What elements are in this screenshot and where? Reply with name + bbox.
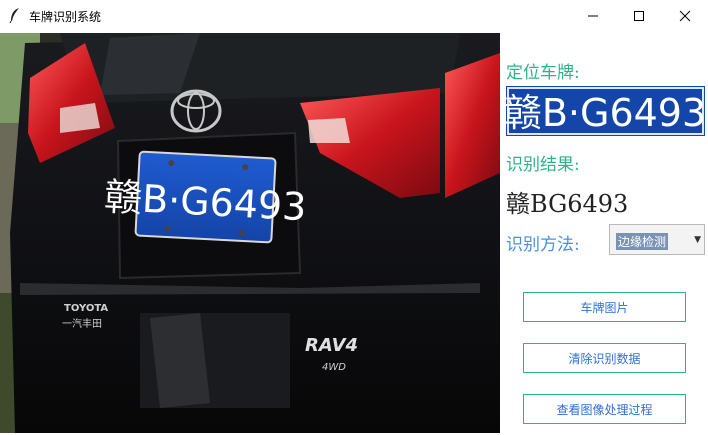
recognition-result: 赣BG6493	[506, 190, 629, 218]
maximize-button[interactable]	[616, 0, 662, 31]
located-plate-image: 赣B·G6493	[506, 86, 705, 136]
method-select[interactable]: 边缘检测 ▼	[609, 224, 705, 255]
view-process-button[interactable]: 查看图像处理过程	[523, 394, 686, 424]
plate-crop-text: 赣B·G6493	[506, 91, 705, 135]
car-photo: 赣B·G6493 TOYOTA 一汽丰田 RAV4 4WD	[0, 33, 500, 433]
window-title: 车牌识别系统	[29, 10, 102, 24]
maximize-icon	[634, 10, 644, 21]
result-label: 识别结果:	[506, 155, 580, 175]
chevron-down-icon: ▼	[694, 235, 701, 245]
faw-toyota-badge: 一汽丰田	[62, 317, 102, 330]
feather-icon	[9, 8, 19, 23]
method-label: 识别方法:	[506, 235, 580, 255]
close-button[interactable]	[662, 0, 708, 31]
minimize-button[interactable]	[570, 0, 616, 31]
rav4-badge: RAV4	[305, 335, 358, 356]
4wd-badge: 4WD	[322, 362, 346, 373]
minimize-icon	[588, 15, 598, 16]
clear-data-button[interactable]: 清除识别数据	[523, 343, 686, 373]
locate-plate-label: 定位车牌:	[506, 63, 580, 83]
car-image-button[interactable]: 车牌图片	[523, 292, 686, 322]
method-selected-value: 边缘检测	[616, 233, 669, 250]
close-icon	[679, 10, 691, 21]
toyota-badge: TOYOTA	[64, 303, 108, 314]
title-bar: 车牌识别系统	[0, 0, 708, 31]
